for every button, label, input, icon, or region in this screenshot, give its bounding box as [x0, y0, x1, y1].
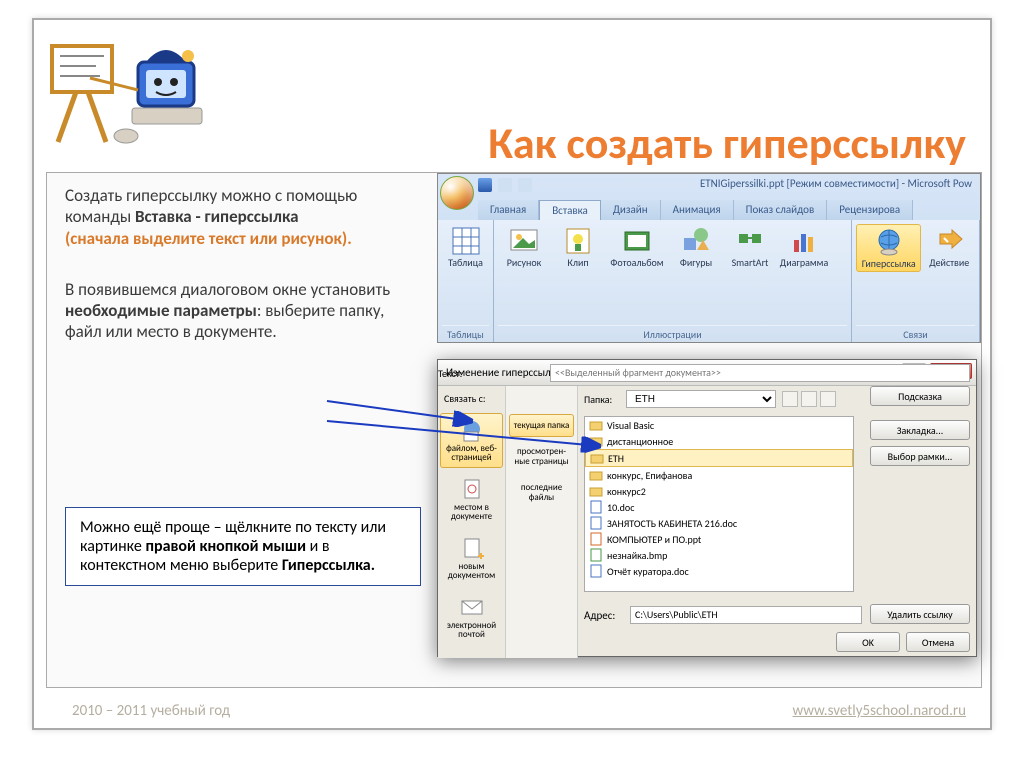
action-icon: [934, 226, 964, 256]
folder-icon: [589, 434, 603, 448]
file-item: конкурс, Епифанова: [585, 467, 853, 483]
address-field[interactable]: C:\Users\Public\ETH: [630, 606, 862, 624]
clip-icon: [563, 226, 593, 256]
link-to-place[interactable]: местом в документе: [440, 472, 503, 527]
tab-insert[interactable]: Вставка: [539, 200, 601, 220]
up-folder-icon[interactable]: [782, 391, 798, 407]
hyperlink-dialog: Изменение гиперссылки ? ✕ Связать с: фай…: [437, 359, 977, 657]
link-to-new-doc[interactable]: новым документом: [440, 531, 503, 586]
smartart-button[interactable]: SmartArt: [724, 224, 776, 270]
tab-home[interactable]: Главная: [478, 200, 539, 220]
office-button[interactable]: [440, 176, 474, 210]
paragraph-2: В появившемся диалоговом окне установить…: [65, 279, 415, 343]
save-icon[interactable]: [478, 178, 492, 192]
file-item: дистанционное: [585, 433, 853, 449]
file-item-selected: ETH: [585, 449, 853, 467]
action-button[interactable]: Действие: [923, 224, 975, 270]
link-to-email[interactable]: электронной почтой: [440, 590, 503, 645]
recent-files-btn[interactable]: последние файлы: [509, 476, 574, 509]
dialog-link-to-panel: Связать с: файлом, веб-страницей местом …: [438, 386, 506, 658]
folder-icon: [589, 418, 603, 432]
ribbon-screenshot: ETNIGiperssilki.ppt [Режим совместимости…: [437, 173, 981, 343]
table-icon: [451, 226, 481, 256]
link-to-file-web[interactable]: файлом, веб-страницей: [440, 413, 503, 468]
email-icon: [458, 595, 486, 619]
tab-slideshow[interactable]: Показ слайдов: [734, 200, 828, 220]
text-label: Текст:: [438, 367, 474, 380]
slide-frame: Как создать гиперссылку Создать гиперссы…: [32, 18, 992, 730]
paragraph-1: Создать гиперссылку можно с помощью кома…: [65, 185, 415, 249]
content-area: Создать гиперссылку можно с помощью кома…: [46, 172, 982, 688]
picture-button[interactable]: Рисунок: [498, 224, 550, 270]
undo-icon[interactable]: [498, 178, 512, 192]
folder-select[interactable]: ETH: [626, 390, 776, 408]
tab-design[interactable]: Дизайн: [601, 200, 661, 220]
folder-label: Папка:: [584, 393, 620, 406]
redo-icon[interactable]: [518, 178, 532, 192]
dialog-browse-panel: текущая папка просмотрен-ные страницы по…: [506, 386, 578, 658]
table-button[interactable]: Таблица: [442, 224, 489, 270]
quick-access-toolbar[interactable]: [478, 178, 532, 192]
file-item: незнайка.bmp: [585, 547, 853, 563]
doc-icon: [589, 516, 603, 530]
group-tables-label: Таблицы: [442, 325, 489, 341]
clipart-logo: [46, 34, 216, 152]
browse-web-icon[interactable]: [801, 391, 817, 407]
globe-file-icon: [458, 418, 486, 442]
file-item: ЗАНЯТОСТЬ КАБИНЕТА 216.doc: [585, 515, 853, 531]
globe-chain-icon: [874, 227, 904, 257]
tab-animation[interactable]: Анимация: [661, 200, 734, 220]
document-target-icon: [458, 477, 486, 501]
group-links-label: Связи: [856, 325, 975, 341]
doc-icon: [589, 500, 603, 514]
target-frame-button[interactable]: Выбор рамки...: [870, 446, 970, 466]
link-to-label: Связать с:: [440, 390, 503, 409]
remove-link-button[interactable]: Удалить ссылку: [870, 604, 970, 624]
tip-box: Можно ещё проще – щёлкните по тексту или…: [65, 507, 421, 586]
file-item: 10.doc: [585, 499, 853, 515]
doc-icon: [589, 564, 603, 578]
cancel-button[interactable]: Отмена: [906, 632, 970, 652]
shapes-button[interactable]: Фигуры: [670, 224, 722, 270]
photoalbum-icon: [622, 226, 652, 256]
smartart-icon: [735, 226, 765, 256]
document-title: ETNIGiperssilki.ppt [Режим совместимости…: [700, 177, 972, 190]
address-label: Адрес:: [584, 609, 624, 622]
bookmark-button[interactable]: Закладка...: [870, 420, 970, 440]
new-document-icon: [458, 536, 486, 560]
footer-year: 2010 – 2011 учебный год: [72, 702, 230, 720]
chart-button[interactable]: Диаграмма: [778, 224, 830, 270]
browse-file-icon[interactable]: [820, 391, 836, 407]
footer-url[interactable]: www.svetly5school.narod.ru: [792, 702, 966, 720]
file-item: Visual Basic: [585, 417, 853, 433]
photoalbum-button[interactable]: Фотоальбом: [606, 224, 668, 270]
shapes-icon: [681, 226, 711, 256]
current-folder-btn[interactable]: текущая папка: [509, 414, 574, 437]
ppt-icon: [589, 532, 603, 546]
folder-icon: [589, 484, 603, 498]
slide-title: Как создать гиперссылку: [488, 116, 966, 170]
text-field[interactable]: <<Выделенный фрагмент документа>>: [550, 364, 970, 382]
hyperlink-button[interactable]: Гиперссылка: [856, 224, 921, 272]
group-illustrations-label: Иллюстрации: [498, 325, 847, 341]
left-column: Создать гиперссылку можно с помощью кома…: [65, 185, 415, 361]
tab-review[interactable]: Рецензирова: [827, 200, 913, 220]
file-item: конкурс2: [585, 483, 853, 499]
chart-icon: [789, 226, 819, 256]
clip-button[interactable]: Клип: [552, 224, 604, 270]
ok-button[interactable]: OK: [836, 632, 900, 652]
browsed-pages-btn[interactable]: просмотрен-ные страницы: [509, 440, 574, 473]
dialog-main-panel: Текст: <<Выделенный фрагмент документа>>…: [578, 386, 976, 658]
file-list[interactable]: Visual Basic дистанционное ETH конкурс, …: [584, 416, 854, 592]
ribbon-tabs: Главная Вставка Дизайн Анимация Показ сл…: [478, 200, 913, 220]
folder-icon: [589, 468, 603, 482]
file-item: Отчёт куратора.doc: [585, 563, 853, 579]
bmp-icon: [589, 548, 603, 562]
screentip-button[interactable]: Подсказка: [870, 386, 970, 406]
folder-icon: [590, 451, 604, 465]
picture-icon: [509, 226, 539, 256]
file-item: КОМПЬЮТЕР и ПО.ppt: [585, 531, 853, 547]
